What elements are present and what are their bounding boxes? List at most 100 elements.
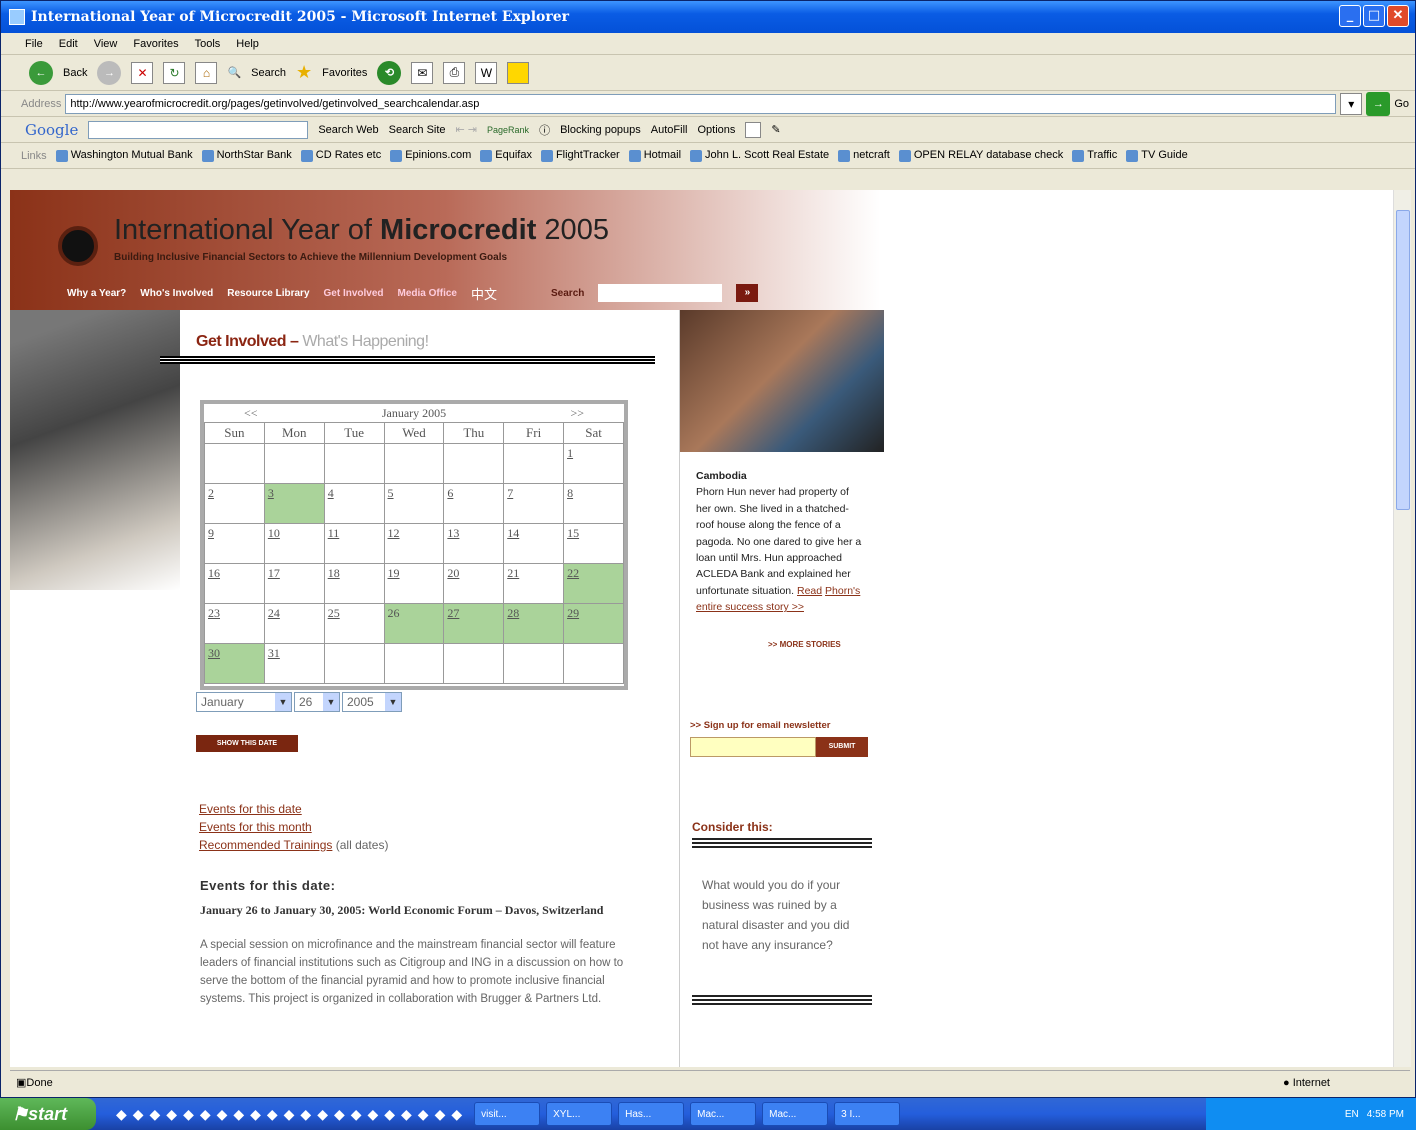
link-item[interactable]: NorthStar Bank	[201, 149, 292, 162]
nav-why[interactable]: Why a Year?	[67, 288, 126, 299]
calendar-day-number[interactable]: 23	[208, 606, 220, 620]
page-scrollbar[interactable]	[1393, 190, 1411, 1067]
calendar-day-number[interactable]: 6	[447, 486, 453, 500]
go-button[interactable]: Go	[1394, 98, 1409, 110]
taskbar-task[interactable]: Has...	[618, 1102, 685, 1126]
calendar-day-number[interactable]: 3	[268, 486, 274, 500]
newsletter-submit-button[interactable]: SUBMIT	[816, 737, 868, 757]
calendar-day-number[interactable]: 27	[447, 606, 459, 620]
menu-help[interactable]: Help	[236, 38, 259, 50]
calendar-day-number[interactable]: 7	[507, 486, 513, 500]
print-icon[interactable]: ⎙	[443, 61, 466, 84]
calendar-day-cell[interactable]: 12	[383, 523, 445, 564]
search-icon[interactable]: 🔍	[227, 66, 241, 79]
calendar-day-number[interactable]: 20	[447, 566, 459, 580]
calendar-day-cell[interactable]: 25	[323, 603, 385, 644]
story-read-link[interactable]: Read	[797, 585, 822, 597]
nav-whos-involved[interactable]: Who's Involved	[140, 288, 213, 299]
calendar-day-cell[interactable]: 16	[204, 563, 265, 604]
address-dropdown-icon[interactable]: ▾	[1340, 92, 1363, 115]
language-indicator[interactable]: EN	[1345, 1109, 1359, 1120]
events-date-link[interactable]: Events for this date	[199, 802, 302, 816]
month-select[interactable]: January ▼	[196, 692, 292, 712]
calendar-day-cell[interactable]: 3	[263, 483, 325, 524]
calendar-day-number[interactable]: 5	[388, 486, 394, 500]
pen-icon[interactable]: ✎	[771, 123, 780, 136]
maximize-button[interactable]: □	[1363, 5, 1385, 27]
link-item[interactable]: Washington Mutual Bank	[55, 149, 193, 162]
calendar-day-number[interactable]: 2	[208, 486, 214, 500]
calendar-day-number[interactable]: 13	[447, 526, 459, 540]
nav-resource-library[interactable]: Resource Library	[227, 288, 309, 299]
site-search-input[interactable]	[598, 284, 723, 302]
google-search-input[interactable]	[88, 120, 309, 139]
more-stories-link[interactable]: >> MORE STORIES	[768, 640, 841, 649]
nav-chinese[interactable]: 中文	[471, 284, 497, 303]
link-item[interactable]: Epinions.com	[390, 149, 471, 162]
calendar-day-number[interactable]: 12	[388, 526, 400, 540]
link-item[interactable]: TV Guide	[1126, 149, 1188, 162]
search-label[interactable]: Search	[251, 67, 286, 79]
calendar-day-cell[interactable]: 19	[383, 563, 445, 604]
info-icon[interactable]: ⓘ	[539, 122, 550, 138]
stop-icon[interactable]: ✕	[131, 61, 154, 84]
calendar-day-cell[interactable]: 10	[263, 523, 325, 564]
taskbar-task[interactable]: Mac...	[690, 1102, 757, 1126]
nav-media-office[interactable]: Media Office	[398, 288, 457, 299]
mail-icon[interactable]: ✉	[411, 61, 434, 84]
calendar-day-cell[interactable]: 5	[383, 483, 445, 524]
minimize-button[interactable]: _	[1339, 5, 1361, 27]
link-item[interactable]: Equifax	[480, 149, 532, 162]
calendar-day-cell[interactable]: 7	[503, 483, 565, 524]
calendar-day-cell[interactable]: 24	[263, 603, 325, 644]
menu-tools[interactable]: Tools	[195, 38, 221, 50]
calendar-day-number[interactable]: 22	[567, 566, 579, 580]
folder-icon[interactable]	[745, 121, 762, 138]
calendar-day-number[interactable]: 28	[507, 606, 519, 620]
pagerank-bar[interactable]: PageRank	[487, 125, 529, 135]
messenger-icon[interactable]	[507, 61, 530, 84]
events-month-link[interactable]: Events for this month	[199, 820, 312, 834]
calendar-day-number[interactable]: 31	[268, 646, 280, 660]
taskbar-task[interactable]: 3 I...	[834, 1102, 901, 1126]
calendar-day-number[interactable]: 25	[328, 606, 340, 620]
calendar-day-number[interactable]: 24	[268, 606, 280, 620]
taskbar-task[interactable]: visit...	[474, 1102, 541, 1126]
menu-view[interactable]: View	[94, 38, 118, 50]
newsletter-email-input[interactable]	[690, 737, 816, 757]
calendar-day-cell[interactable]: 8	[563, 483, 624, 524]
calendar-day-cell[interactable]: 4	[323, 483, 385, 524]
edit-icon[interactable]: W	[475, 61, 498, 84]
calendar-day-number[interactable]: 1	[567, 446, 573, 460]
back-label[interactable]: Back	[63, 67, 87, 79]
calendar-prev-link[interactable]: <<	[244, 406, 258, 421]
calendar-day-cell[interactable]: 30	[204, 643, 265, 684]
site-search-go[interactable]: »	[736, 284, 759, 302]
calendar-day-number[interactable]: 4	[328, 486, 334, 500]
calendar-day-number[interactable]: 9	[208, 526, 214, 540]
quick-launch[interactable]: ◆◆◆◆◆◆◆◆◆◆◆◆◆◆◆◆◆◆◆◆◆	[116, 1106, 468, 1123]
menu-favorites[interactable]: Favorites	[133, 38, 178, 50]
calendar-day-cell[interactable]: 6	[443, 483, 505, 524]
google-logo[interactable]: Google	[25, 121, 78, 139]
options-button[interactable]: Options	[697, 124, 735, 136]
calendar-day-number[interactable]: 14	[507, 526, 519, 540]
forward-icon[interactable]: →	[97, 60, 122, 85]
menu-file[interactable]: File	[25, 38, 43, 50]
calendar-day-number[interactable]: 11	[328, 526, 340, 540]
calendar-day-cell[interactable]: 26	[383, 603, 445, 644]
calendar-day-number[interactable]: 29	[567, 606, 579, 620]
back-icon[interactable]: ←	[29, 60, 53, 85]
refresh-icon[interactable]: ↻	[163, 61, 186, 84]
link-item[interactable]: CD Rates etc	[300, 149, 381, 162]
favorites-star-icon[interactable]: ★	[296, 62, 312, 83]
calendar-day-number[interactable]: 8	[567, 486, 573, 500]
calendar-day-cell[interactable]: 13	[443, 523, 505, 564]
calendar-day-number[interactable]: 19	[388, 566, 400, 580]
calendar-day-cell[interactable]: 1	[563, 443, 624, 484]
link-item[interactable]: FlightTracker	[540, 149, 620, 162]
calendar-day-cell[interactable]: 11	[323, 523, 385, 564]
calendar-day-cell[interactable]: 20	[443, 563, 505, 604]
google-search-web[interactable]: Search Web	[318, 124, 378, 136]
calendar-day-cell[interactable]: 18	[323, 563, 385, 604]
